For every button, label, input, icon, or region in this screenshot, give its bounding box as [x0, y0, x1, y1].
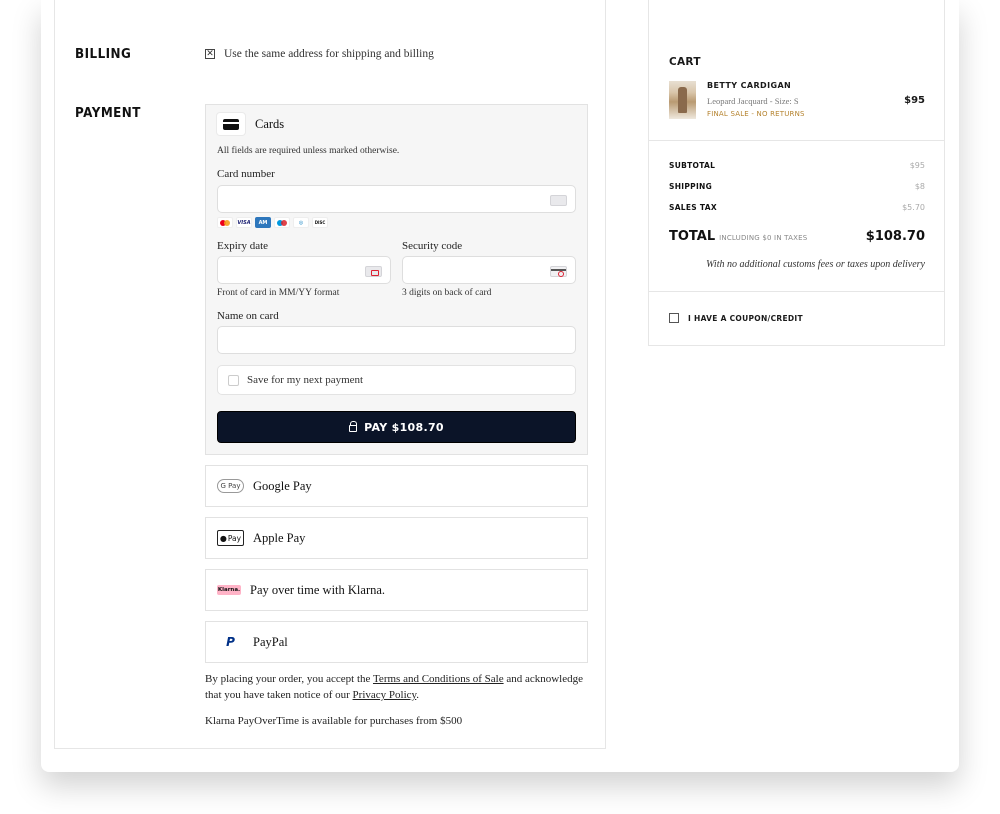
name-on-card-input[interactable]: [217, 326, 576, 354]
security-code-input[interactable]: [402, 256, 576, 284]
total-label: TOTAL: [669, 229, 716, 244]
apple-pay-label: Apple Pay: [253, 530, 306, 545]
product-thumbnail[interactable]: [669, 81, 696, 119]
legal-text-post: .: [416, 689, 420, 701]
klarna-availability-note: Klarna PayOverTime is available for purc…: [205, 715, 463, 727]
shipping-label: SHIPPING: [669, 182, 713, 191]
product-variant: Leopard Jacquard - Size: S: [707, 96, 799, 106]
card-number-input[interactable]: [217, 185, 576, 213]
google-pay-label: Google Pay: [253, 478, 312, 493]
apple-pay-icon: ● Pay: [217, 530, 244, 546]
sales-tax-row: SALES TAX $5.70: [669, 203, 925, 212]
coupon-divider: [649, 291, 944, 292]
card-placeholder-icon: [550, 195, 567, 206]
billing-section-title: BILLING: [75, 47, 132, 62]
legal-text-pre: By placing your order, you accept the: [205, 673, 373, 685]
subtotal-row: SUBTOTAL $95: [669, 161, 925, 170]
expiry-date-input[interactable]: [217, 256, 391, 284]
subtotal-label: SUBTOTAL: [669, 161, 716, 170]
pay-button[interactable]: PAY $108.70: [217, 411, 576, 443]
lock-icon: [349, 421, 358, 432]
card-front-icon: [365, 266, 382, 277]
customs-note: With no additional customs fees or taxes…: [706, 259, 925, 270]
expiry-date-hint: Front of card in MM/YY format: [217, 288, 340, 298]
shipping-value: $8: [914, 182, 925, 191]
cart-summary-panel: CART BETTY CARDIGAN Leopard Jacquard - S…: [648, 0, 945, 346]
paypal-option[interactable]: P PayPal: [205, 621, 588, 663]
coupon-toggle[interactable]: I HAVE A COUPON/CREDIT: [669, 313, 803, 323]
pay-button-label: PAY $108.70: [364, 420, 444, 434]
sales-tax-label: SALES TAX: [669, 203, 717, 212]
terms-link[interactable]: Terms and Conditions of Sale: [373, 673, 504, 685]
discover-icon: DISC: [312, 217, 328, 228]
amex-icon: AM: [255, 217, 271, 228]
klarna-option[interactable]: Klarna. Pay over time with Klarna.: [205, 569, 588, 611]
total-value: $108.70: [865, 229, 925, 244]
sales-tax-value: $5.70: [902, 203, 925, 212]
coupon-label: I HAVE A COUPON/CREDIT: [688, 313, 803, 323]
coupon-checkbox[interactable]: [669, 313, 679, 323]
expiry-date-label: Expiry date: [217, 240, 269, 252]
apple-pay-badge-text: Pay: [227, 533, 242, 543]
mastercard-icon: [217, 217, 233, 228]
maestro-icon: [274, 217, 290, 228]
card-number-label: Card number: [217, 168, 275, 180]
name-on-card-label: Name on card: [217, 310, 279, 322]
card-back-icon: [550, 266, 567, 277]
cart-divider: [649, 140, 944, 141]
cards-method-title: Cards: [255, 116, 285, 131]
diners-icon: ◎: [293, 217, 309, 228]
card-brands: VISA AM ◎ DISC: [217, 217, 328, 228]
total-row: TOTAL INCLUDING $0 IN TAXES $108.70: [669, 229, 925, 244]
google-pay-icon: G Pay: [217, 479, 244, 493]
total-tax-note: INCLUDING $0 IN TAXES: [719, 234, 808, 242]
google-pay-option[interactable]: G Pay Google Pay: [205, 465, 588, 507]
klarna-icon: Klarna.: [217, 585, 241, 595]
cards-method-header[interactable]: Cards: [217, 113, 284, 135]
klarna-label: Pay over time with Klarna.: [250, 582, 386, 597]
visa-icon: VISA: [236, 217, 252, 228]
same-address-checkbox-row[interactable]: ✕ Use the same address for shipping and …: [205, 48, 434, 60]
product-name: BETTY CARDIGAN: [707, 81, 792, 90]
total-label-group: TOTAL INCLUDING $0 IN TAXES: [669, 229, 807, 244]
subtotal-value: $95: [909, 161, 925, 170]
checkout-form-panel: BILLING ✕ Use the same address for shipp…: [54, 0, 606, 749]
credit-card-icon: [217, 113, 245, 135]
security-code-hint: 3 digits on back of card: [402, 288, 492, 298]
payment-section-title: PAYMENT: [75, 106, 141, 121]
paypal-label: PayPal: [253, 634, 288, 649]
save-payment-row[interactable]: Save for my next payment: [217, 365, 576, 395]
paypal-icon: P: [226, 635, 235, 649]
privacy-policy-link[interactable]: Privacy Policy: [353, 689, 417, 701]
cards-payment-panel: Cards All fields are required unless mar…: [205, 104, 588, 455]
product-price: $95: [904, 95, 925, 106]
security-code-label: Security code: [402, 240, 463, 252]
required-fields-note: All fields are required unless marked ot…: [217, 146, 400, 156]
shipping-row: SHIPPING $8: [669, 182, 925, 191]
same-address-checkbox[interactable]: ✕: [205, 49, 215, 59]
save-payment-label: Save for my next payment: [247, 374, 364, 386]
save-payment-checkbox[interactable]: [228, 374, 239, 386]
cart-title: CART: [669, 56, 701, 68]
legal-notice: By placing your order, you accept the Te…: [205, 671, 595, 703]
apple-pay-option[interactable]: ● Pay Apple Pay: [205, 517, 588, 559]
final-sale-badge: FINAL SALE - NO RETURNS: [707, 110, 805, 118]
same-address-label: Use the same address for shipping and bi…: [224, 48, 434, 60]
